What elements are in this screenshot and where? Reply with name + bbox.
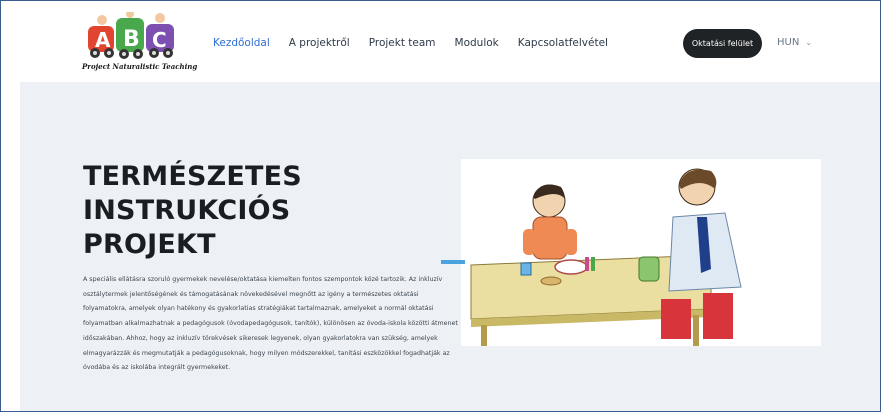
screenshot-border bbox=[0, 0, 881, 412]
